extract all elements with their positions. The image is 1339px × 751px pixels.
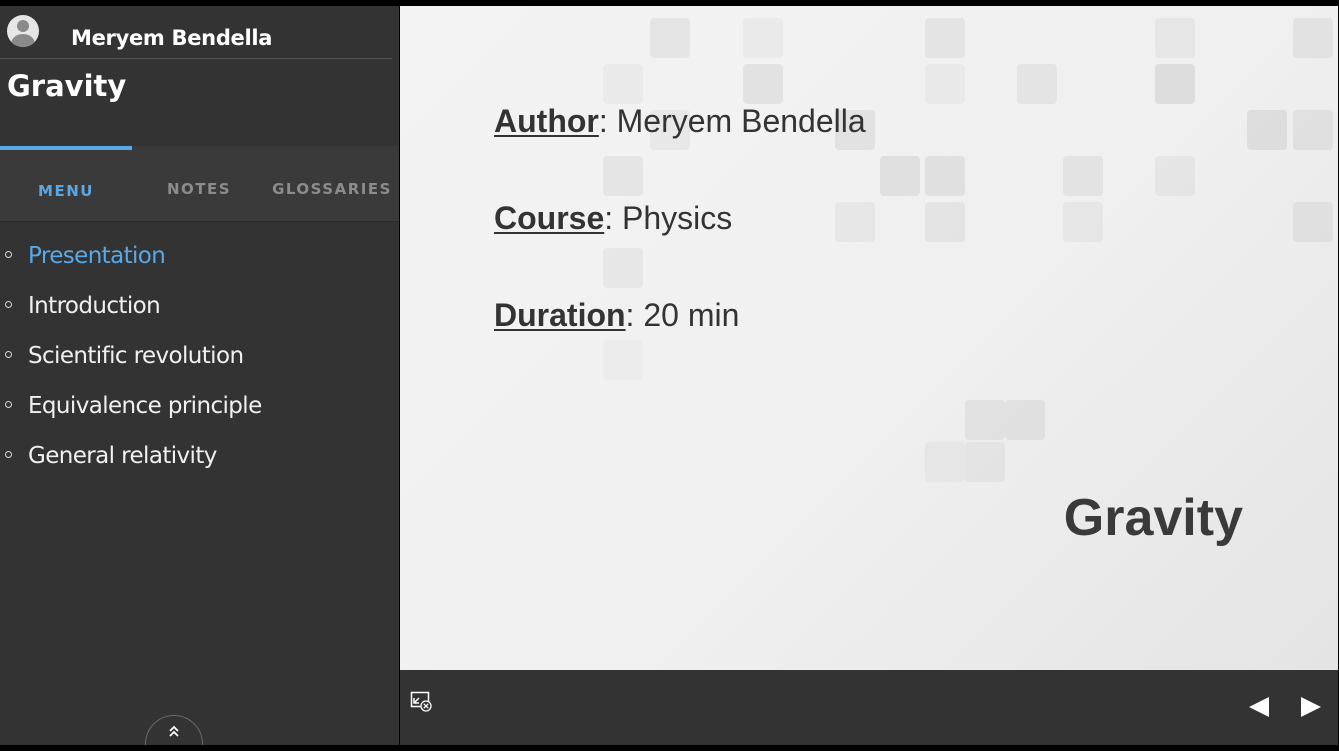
menu-item-introduction[interactable]: Introduction: [0, 281, 399, 331]
bullet-icon: [5, 351, 12, 358]
slide-course-line: Course: Physics: [494, 200, 732, 237]
course-title: Gravity: [7, 69, 127, 103]
menu-list: Presentation Introduction Scientific rev…: [0, 231, 399, 481]
author-key: Author: [494, 103, 599, 139]
menu-item-label: Introduction: [28, 293, 161, 319]
slide-duration-line: Duration: 20 min: [494, 297, 739, 334]
player-controls: [400, 670, 1338, 745]
menu-item-scientific-revolution[interactable]: Scientific revolution: [0, 331, 399, 381]
course-key: Course: [494, 200, 605, 236]
slide-canvas: Author: Meryem Bendella Course: Physics …: [400, 6, 1338, 670]
duration-value: : 20 min: [625, 297, 740, 333]
sidebar: Meryem Bendella Gravity MENU NOTES GLOSS…: [0, 6, 399, 745]
slide-author-line: Author: Meryem Bendella: [494, 103, 866, 140]
bullet-icon: [5, 401, 12, 408]
slide-title: Gravity: [1063, 489, 1243, 547]
tab-notes[interactable]: NOTES: [133, 146, 265, 221]
avatar-body: [11, 34, 35, 47]
collapse-sidebar-button[interactable]: [145, 715, 203, 745]
avatar-icon: [7, 15, 39, 47]
triangle-left-icon[interactable]: [1246, 694, 1272, 720]
bullet-icon: [5, 451, 12, 458]
course-value: : Physics: [604, 200, 733, 236]
triangle-right-icon[interactable]: [1298, 694, 1324, 720]
menu-item-label: Presentation: [28, 243, 166, 269]
tab-menu[interactable]: MENU: [0, 146, 132, 221]
exit-fullscreen-icon[interactable]: [410, 690, 432, 712]
menu-item-label: General relativity: [28, 443, 217, 469]
sidebar-tabs: MENU NOTES GLOSSARIES: [0, 146, 399, 222]
bullet-icon: [5, 301, 12, 308]
menu-item-label: Equivalence principle: [28, 393, 262, 419]
duration-key: Duration: [494, 297, 626, 333]
menu-item-general-relativity[interactable]: General relativity: [0, 431, 399, 481]
user-name: Meryem Bendella: [71, 26, 273, 50]
user-header: Meryem Bendella: [0, 6, 392, 59]
menu-item-label: Scientific revolution: [28, 343, 244, 369]
course-player: Meryem Bendella Gravity MENU NOTES GLOSS…: [0, 0, 1339, 751]
menu-item-presentation[interactable]: Presentation: [0, 231, 399, 281]
menu-item-equivalence-principle[interactable]: Equivalence principle: [0, 381, 399, 431]
tab-glossaries[interactable]: GLOSSARIES: [266, 146, 398, 221]
bullet-icon: [5, 251, 12, 258]
author-value: : Meryem Bendella: [598, 103, 866, 139]
avatar-head: [17, 20, 29, 32]
double-chevron-up-icon: [169, 725, 179, 737]
